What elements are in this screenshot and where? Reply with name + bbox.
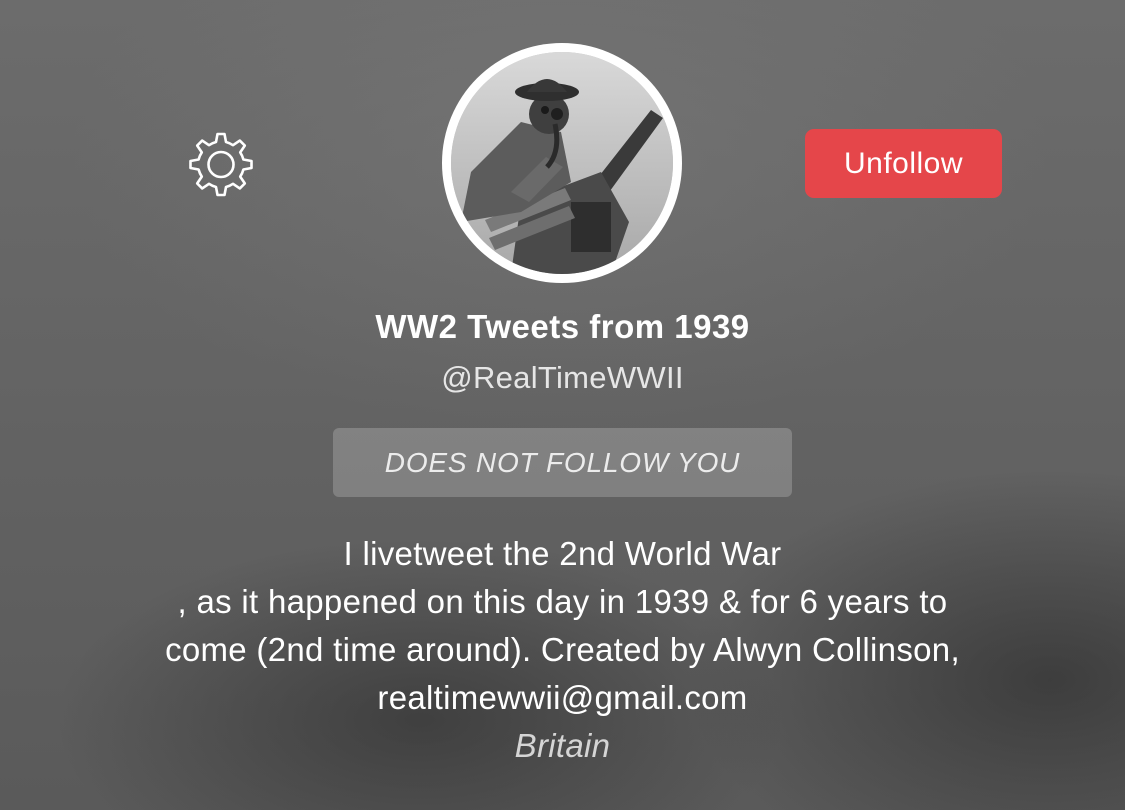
avatar[interactable] — [442, 43, 682, 283]
unfollow-button[interactable]: Unfollow — [805, 129, 1002, 198]
handle: @RealTimeWWII — [441, 360, 684, 395]
bio-line: , as it happened on this day in 1939 & f… — [177, 583, 948, 620]
bio-line: I livetweet the 2nd World War — [343, 535, 782, 572]
follow-status-badge: DOES NOT FOLLOW YOU — [333, 428, 792, 497]
bio-email-link[interactable]: realtimewwii@gmail.com — [40, 674, 1085, 722]
gear-icon — [189, 132, 253, 197]
bio-line: come (2nd time around). Created by Alwyn… — [165, 631, 960, 668]
avatar-photo — [451, 52, 673, 274]
profile-header: Unfollow WW2 Tweets from 1939 @RealTimeW… — [0, 0, 1125, 810]
display-name: WW2 Tweets from 1939 — [375, 308, 750, 345]
bio: I livetweet the 2nd World War , as it ha… — [40, 530, 1085, 770]
location: Britain — [514, 727, 611, 764]
settings-button[interactable] — [184, 128, 258, 202]
